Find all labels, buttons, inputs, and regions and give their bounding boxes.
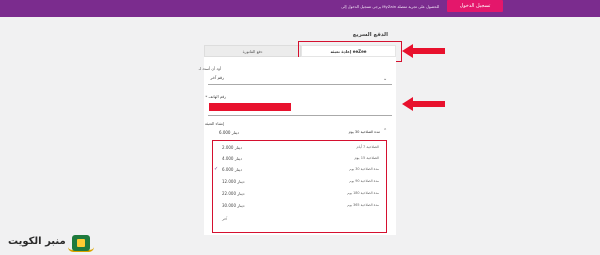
option-name: الصلاحية 15 يوم	[354, 156, 379, 160]
option-price: دينار 30.000	[222, 203, 245, 208]
list-item[interactable]: دينار 12.000 مدة الصلاحية 90 يوم	[213, 177, 385, 187]
login-button[interactable]: تسجيل الدخول	[447, 0, 503, 12]
recharge-label: إنشاء التعبئة	[204, 121, 224, 126]
option-name: مدة الصلاحية 90 يوم	[349, 179, 379, 183]
pay-for-label: أود أن أسدد لـ	[198, 66, 221, 71]
phone-number-underline	[208, 115, 392, 116]
pay-for-select[interactable]: رقم آخر	[209, 75, 224, 80]
phone-number-label: رقم الهاتف *	[205, 94, 226, 99]
tab-pay-bill[interactable]: دفع الفاتورة	[204, 45, 301, 57]
option-name: مدة الصلاحية 30 يوم	[349, 167, 379, 171]
list-item[interactable]: ✓ دينار 6.000 مدة الصلاحية 30 يوم	[213, 165, 385, 175]
logo-icon	[72, 235, 90, 251]
list-item[interactable]: دينار 2.000 الصلاحية 7 أيام	[213, 143, 385, 153]
list-item[interactable]: دينار 4.000 الصلاحية 15 يوم	[213, 154, 385, 164]
recharge-selected[interactable]: مدة الصلاحية 30 يوم	[344, 130, 380, 134]
login-promo-text: للحصول على تجربة متصلة MyZain يرجى تسجيل…	[341, 4, 439, 9]
option-name: الصلاحية 7 أيام	[356, 145, 380, 149]
option-price: دينار 12.000	[222, 179, 245, 184]
watermark-text: منبر الكويت	[8, 236, 66, 247]
phone-number-redacted[interactable]	[209, 103, 291, 111]
option-price: دينار 4.000	[222, 156, 242, 161]
chevron-up-icon[interactable]: ⌃	[383, 129, 387, 134]
list-item[interactable]: آخر	[213, 215, 385, 225]
page-title: الدفع السريع	[352, 32, 388, 38]
option-name: آخر	[222, 217, 228, 221]
chevron-down-icon[interactable]: ⌄	[383, 77, 387, 82]
option-price: دينار 6.000	[222, 167, 242, 172]
checkmark-icon: ✓	[214, 166, 219, 172]
top-bar: للحصول على تجربة متصلة MyZain يرجى تسجيل…	[0, 0, 600, 17]
option-name: مدة الصلاحية 180 يوم	[347, 191, 379, 195]
option-name: مدة الصلاحية 365 يوم	[347, 203, 379, 207]
list-item[interactable]: دينار 22.000 مدة الصلاحية 180 يوم	[213, 189, 385, 199]
recharge-price: دينار 6.000	[219, 130, 239, 135]
recharge-options-list: دينار 2.000 الصلاحية 7 أيام دينار 4.000 …	[212, 140, 387, 233]
watermark-logo: منبر الكويت	[5, 233, 95, 253]
arrow-icon	[402, 44, 445, 58]
arrow-icon	[402, 97, 445, 111]
option-price: دينار 2.000	[222, 145, 242, 150]
pay-for-underline	[208, 84, 392, 85]
list-item[interactable]: دينار 30.000 مدة الصلاحية 365 يوم	[213, 201, 385, 211]
option-price: دينار 22.000	[222, 191, 245, 196]
